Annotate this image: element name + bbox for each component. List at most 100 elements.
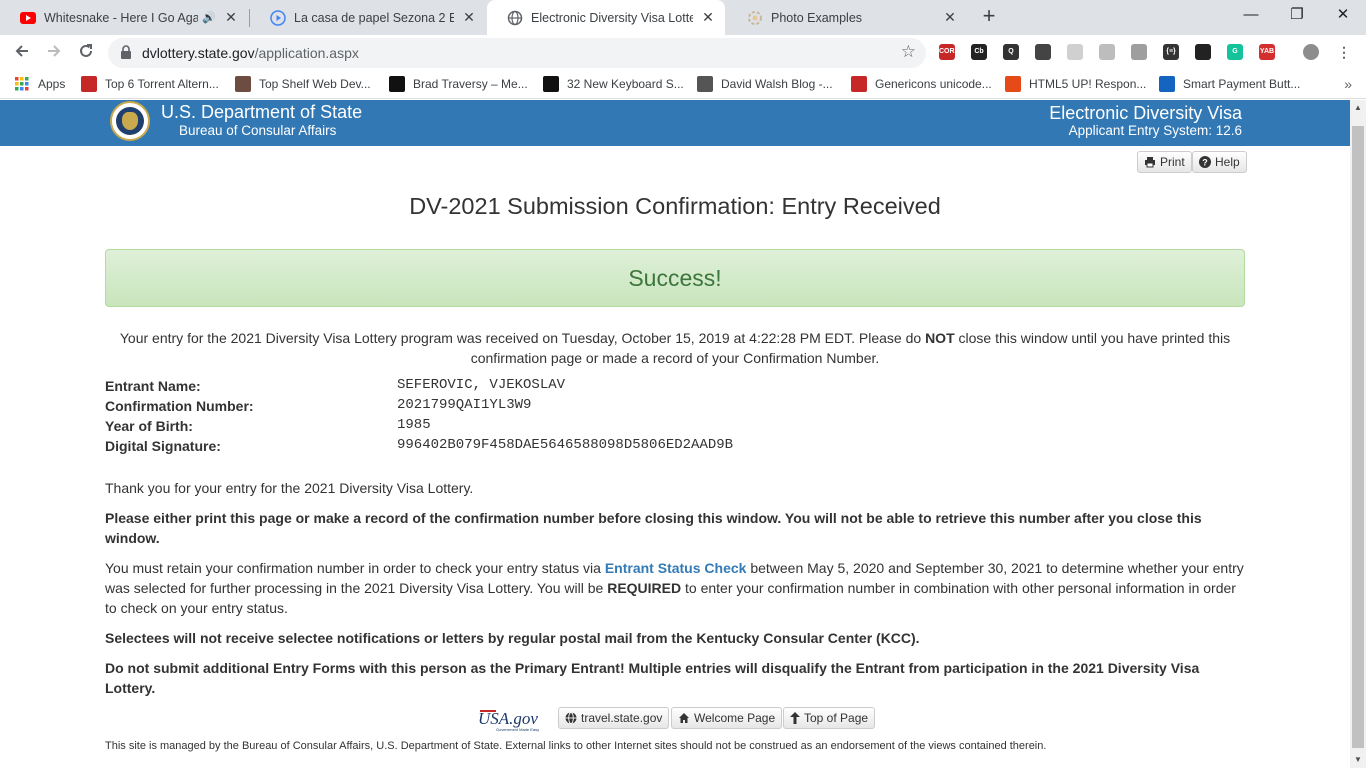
top-of-page-button[interactable]: Top of Page bbox=[783, 707, 876, 729]
print-button[interactable]: Print bbox=[1137, 151, 1192, 173]
url-text: dvlottery.state.gov/application.aspx bbox=[142, 45, 359, 61]
state-department-seal-icon bbox=[110, 101, 150, 141]
address-bar[interactable]: dvlottery.state.gov/application.aspx ☆ bbox=[108, 38, 926, 68]
bookmark-label: David Walsh Blog -... bbox=[721, 77, 833, 91]
confirmation-number-label: Confirmation Number: bbox=[105, 398, 254, 414]
bookmark-item[interactable]: HTML5 UP! Respon... bbox=[1005, 76, 1146, 92]
globe-icon bbox=[507, 10, 523, 26]
speaker-icon[interactable]: 🔊 bbox=[202, 11, 216, 24]
tab-la-casa-de-papel[interactable]: La casa de papel Sezona 2 Epizoda ✕ bbox=[250, 0, 486, 35]
travel-state-gov-label: travel.state.gov bbox=[581, 711, 663, 725]
digital-signature-row: Digital Signature: 996402B079F458DAE5646… bbox=[105, 436, 1245, 456]
bookmark-item[interactable]: David Walsh Blog -... bbox=[697, 76, 833, 92]
minimize-button[interactable]: — bbox=[1228, 0, 1274, 30]
tab-whitesnake[interactable]: Whitesnake - Here I Go Again 🔊 ✕ bbox=[0, 0, 248, 35]
close-tab-icon[interactable]: ✕ bbox=[943, 9, 957, 26]
bookmark-label: Top Shelf Web Dev... bbox=[259, 77, 371, 91]
welcome-page-label: Welcome Page bbox=[694, 711, 776, 725]
year-of-birth-row: Year of Birth: 1985 bbox=[105, 416, 1245, 436]
help-button[interactable]: ? Help bbox=[1192, 151, 1247, 173]
bookmark-item[interactable]: Brad Traversy – Me... bbox=[389, 76, 528, 92]
extension-icon[interactable]: Cb bbox=[971, 44, 987, 60]
extension-icon[interactable]: YAB bbox=[1259, 44, 1275, 60]
reload-button[interactable] bbox=[72, 39, 100, 67]
bookmark-label: Top 6 Torrent Altern... bbox=[105, 77, 219, 91]
apps-grid-icon bbox=[14, 76, 30, 92]
close-tab-icon[interactable]: ✕ bbox=[701, 9, 715, 26]
forward-button[interactable] bbox=[40, 39, 68, 67]
usagov-tagline: Government Made Easy bbox=[496, 727, 539, 732]
browser-tabstrip: Whitesnake - Here I Go Again 🔊 ✕ La casa… bbox=[0, 0, 1366, 35]
scroll-up-arrow-icon[interactable]: ▲ bbox=[1350, 100, 1366, 116]
extension-icon[interactable] bbox=[1131, 44, 1147, 60]
extension-icon[interactable] bbox=[1067, 44, 1083, 60]
extension-icon[interactable] bbox=[1035, 44, 1051, 60]
new-tab-button[interactable]: + bbox=[977, 5, 1001, 29]
scrollbar-thumb[interactable] bbox=[1352, 126, 1364, 748]
extension-icon[interactable]: {≡} bbox=[1163, 44, 1179, 60]
year-of-birth-value: 1985 bbox=[397, 417, 431, 433]
extension-icon[interactable] bbox=[1195, 44, 1211, 60]
welcome-page-button[interactable]: Welcome Page bbox=[671, 707, 783, 729]
usagov-logo[interactable]: USA.gov Government Made Easy bbox=[476, 707, 550, 733]
youtube-icon bbox=[20, 10, 36, 26]
question-icon: ? bbox=[1199, 156, 1211, 168]
back-arrow-icon bbox=[15, 45, 28, 57]
received-text: Your entry for the 2021 Diversity Visa L… bbox=[119, 330, 926, 346]
arrow-up-icon bbox=[790, 712, 800, 724]
bookmark-item[interactable]: Top Shelf Web Dev... bbox=[235, 76, 371, 92]
bookmark-item[interactable]: Top 6 Torrent Altern... bbox=[81, 76, 219, 92]
page-scrollbar[interactable]: ▲ ▼ bbox=[1350, 100, 1366, 768]
url-path: /application.aspx bbox=[254, 45, 359, 61]
extension-icon[interactable]: Q bbox=[1003, 44, 1019, 60]
confirmation-number-value: 2021799QAI1YL3W9 bbox=[397, 397, 532, 413]
scroll-down-arrow-icon[interactable]: ▼ bbox=[1350, 752, 1366, 768]
tab-title: Photo Examples bbox=[771, 10, 863, 25]
video-play-icon bbox=[270, 9, 286, 26]
entry-details: Entrant Name: SEFEROVIC, VJEKOSLAV Confi… bbox=[105, 376, 1245, 456]
bookmark-label: Apps bbox=[38, 77, 66, 91]
success-alert: Success! bbox=[105, 249, 1245, 307]
tab-title: Electronic Diversity Visa Lottery bbox=[531, 10, 693, 25]
received-not: NOT bbox=[925, 330, 955, 346]
forward-arrow-icon bbox=[48, 45, 61, 57]
bookmark-item[interactable]: Genericons unicode... bbox=[851, 76, 992, 92]
site-header: U.S. Department of State Bureau of Consu… bbox=[0, 100, 1350, 146]
extension-icon[interactable]: CORS bbox=[939, 44, 959, 60]
profile-avatar-icon[interactable] bbox=[1303, 44, 1319, 60]
close-tab-icon[interactable]: ✕ bbox=[462, 9, 476, 26]
bookmark-label: 32 New Keyboard S... bbox=[567, 77, 684, 91]
bookmark-item[interactable]: Smart Payment Butt... bbox=[1159, 76, 1300, 92]
bookmark-star-icon[interactable]: ☆ bbox=[901, 42, 916, 62]
browser-toolbar: dvlottery.state.gov/application.aspx ☆ bbox=[0, 35, 1366, 71]
bookmark-item[interactable]: 32 New Keyboard S... bbox=[543, 76, 684, 92]
bookmark-label: Smart Payment Butt... bbox=[1183, 77, 1301, 91]
restore-button[interactable]: ❐ bbox=[1274, 0, 1320, 30]
bookmarks-overflow-icon[interactable]: » bbox=[1344, 76, 1352, 92]
bookmark-favicon-icon bbox=[543, 76, 559, 92]
entrant-status-check-link[interactable]: Entrant Status Check bbox=[605, 560, 747, 576]
extension-icon[interactable] bbox=[1099, 44, 1115, 60]
browser-menu-icon[interactable]: ⋮ bbox=[1336, 44, 1352, 60]
tab-diversity-visa[interactable]: Electronic Diversity Visa Lottery ✕ bbox=[487, 0, 725, 35]
page-viewport: U.S. Department of State Bureau of Consu… bbox=[0, 100, 1350, 768]
close-window-button[interactable]: ✕ bbox=[1320, 0, 1366, 30]
bookmark-label: Genericons unicode... bbox=[875, 77, 992, 91]
page-title: DV-2021 Submission Confirmation: Entry R… bbox=[409, 193, 941, 219]
reload-icon bbox=[80, 44, 92, 57]
entrant-name-row: Entrant Name: SEFEROVIC, VJEKOSLAV bbox=[105, 376, 1245, 396]
lock-icon bbox=[120, 45, 132, 64]
received-notice: Your entry for the 2021 Diversity Visa L… bbox=[105, 328, 1245, 368]
thanks-text: Thank you for your entry for the 2021 Di… bbox=[105, 480, 474, 496]
tab-title: Whitesnake - Here I Go Again bbox=[44, 10, 199, 25]
duplicate-warning-text: Do not submit additional Entry Forms wit… bbox=[105, 660, 1200, 696]
print-label: Print bbox=[1160, 155, 1185, 169]
back-button[interactable] bbox=[8, 39, 36, 67]
travel-state-gov-button[interactable]: travel.state.gov bbox=[558, 707, 670, 729]
bookmark-item[interactable]: Apps bbox=[14, 76, 65, 92]
tab-photo-examples[interactable]: Photo Examples ✕ bbox=[727, 0, 967, 35]
close-tab-icon[interactable]: ✕ bbox=[224, 9, 238, 26]
department-name: U.S. Department of State bbox=[161, 102, 363, 122]
bookmark-label: HTML5 UP! Respon... bbox=[1029, 77, 1147, 91]
extension-icon[interactable]: G bbox=[1227, 44, 1243, 60]
